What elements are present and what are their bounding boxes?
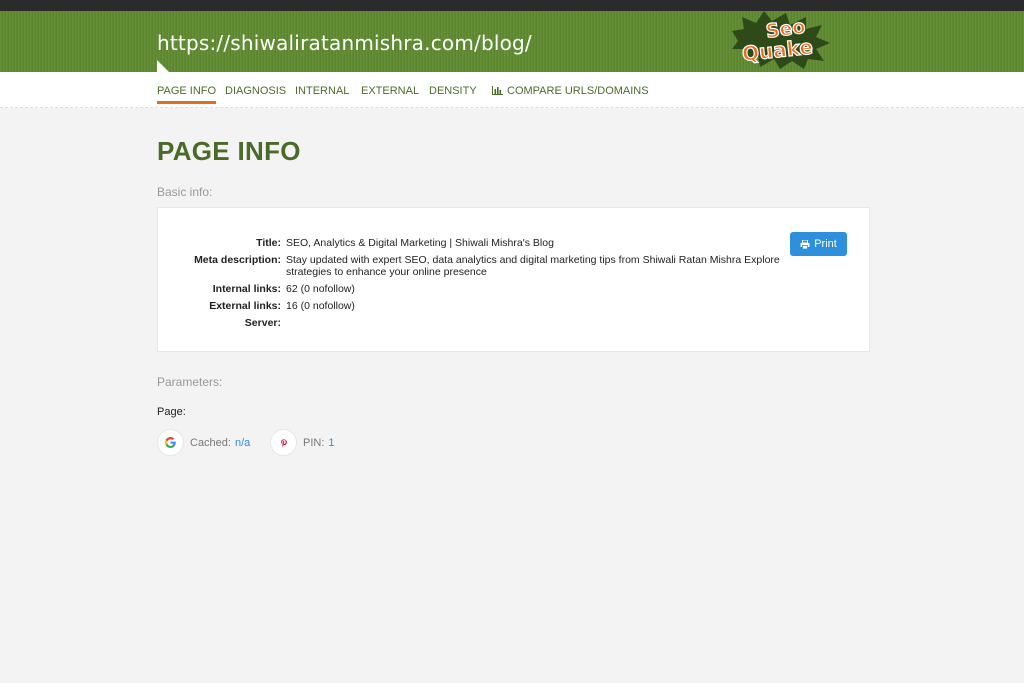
info-label: Meta description: <box>194 254 281 266</box>
info-label: Server: <box>244 317 281 329</box>
google-icon <box>157 429 184 456</box>
tab-density[interactable]: DENSITY <box>429 85 477 101</box>
tab-internal[interactable]: INTERNAL <box>295 85 349 101</box>
top-dark-strip <box>0 0 1024 11</box>
header-bar: https://shiwaliratanmishra.com/blog/ Seo… <box>0 11 1024 72</box>
tab-nav: PAGE INFO DIAGNOSIS INTERNAL EXTERNAL DE… <box>0 72 1024 108</box>
info-label: External links: <box>209 300 281 312</box>
param-value[interactable]: 1 <box>328 437 334 449</box>
parameters-label: Parameters: <box>157 375 223 389</box>
tab-page-info[interactable]: PAGE INFO <box>157 85 217 104</box>
pinterest-icon <box>270 429 297 456</box>
tab-compare-urls[interactable]: COMPARE URLS/DOMAINS <box>492 85 649 101</box>
tab-external[interactable]: EXTERNAL <box>361 85 419 101</box>
param-value[interactable]: n/a <box>235 437 250 449</box>
basic-info-card: Title: SEO, Analytics & Digital Marketin… <box>157 207 870 352</box>
print-button[interactable]: Print <box>790 232 847 256</box>
basic-info-label: Basic info: <box>157 185 213 199</box>
printer-icon <box>800 239 810 249</box>
page-title: PAGE INFO <box>157 136 301 166</box>
info-value: 62 (0 nofollow) <box>286 283 355 295</box>
param-pin: PIN: 1 <box>270 429 335 456</box>
info-value: Stay updated with expert SEO, data analy… <box>286 254 780 278</box>
info-value: 16 (0 nofollow) <box>286 300 355 312</box>
param-cached: Cached: n/a <box>157 429 250 456</box>
info-label: Title: <box>256 237 281 249</box>
info-value: SEO, Analytics & Digital Marketing | Shi… <box>286 237 554 249</box>
header-notch <box>157 60 169 72</box>
param-label: Cached: <box>190 436 231 449</box>
info-label: Internal links: <box>212 283 281 295</box>
page-label: Page: <box>157 406 186 418</box>
tab-diagnosis[interactable]: DIAGNOSIS <box>225 85 286 101</box>
page-url: https://shiwaliratanmishra.com/blog/ <box>157 31 532 55</box>
param-label: PIN: <box>303 436 325 449</box>
seoquake-logo[interactable]: Seo Quake <box>730 11 832 69</box>
bar-chart-icon <box>492 86 503 95</box>
